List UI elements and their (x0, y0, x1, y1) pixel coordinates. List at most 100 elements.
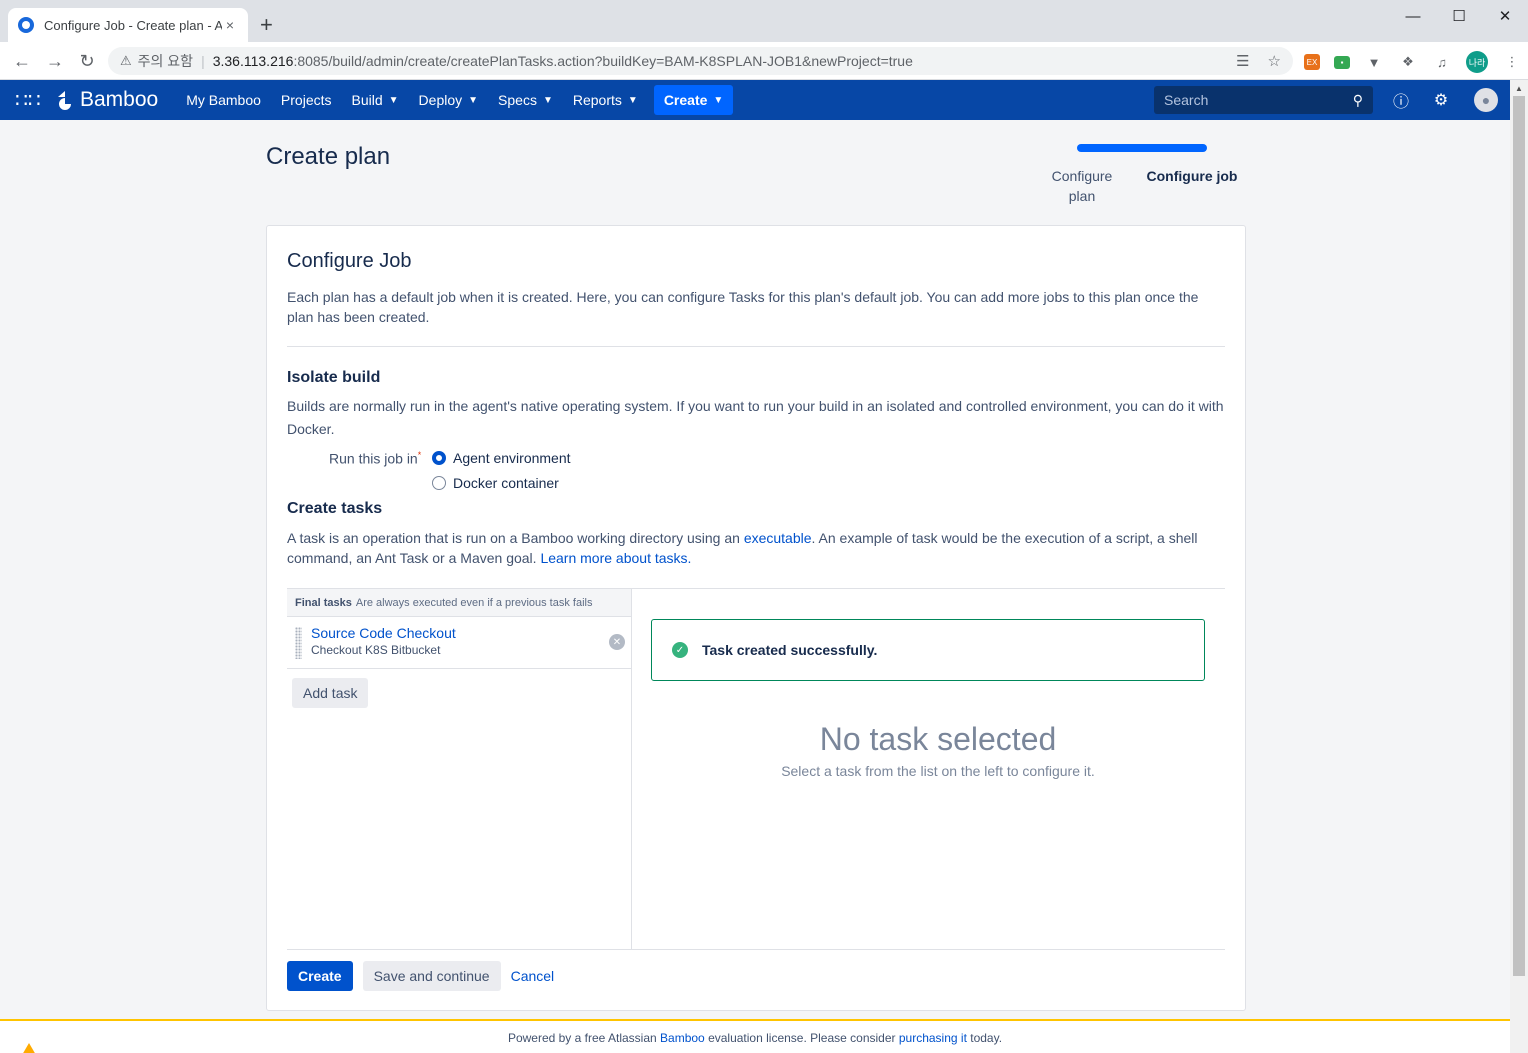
progress-bar (1077, 144, 1207, 152)
isolate-build-heading: Isolate build (287, 369, 381, 386)
drag-handle-icon[interactable] (295, 627, 302, 659)
nav-specs-label: Specs (498, 92, 537, 108)
success-check-icon: ✓ (672, 642, 688, 658)
help-icon[interactable]: ⓘ (1390, 89, 1412, 111)
url-path: :8085/build/admin/create/createPlanTasks… (293, 53, 913, 69)
task-item[interactable]: Source Code Checkout Checkout K8S Bitbuc… (287, 617, 631, 669)
configure-job-card: Configure Job Each plan has a default jo… (266, 225, 1246, 1011)
run-job-label: Run this job in* (329, 450, 421, 467)
close-window-icon[interactable]: ✕ (1482, 0, 1528, 32)
tasks-area: Final tasks Are always executed even if … (287, 588, 1225, 950)
user-avatar[interactable]: ● (1474, 88, 1498, 112)
no-task-title: No task selected (819, 721, 1057, 757)
radio-docker-container[interactable]: Docker container (432, 475, 559, 491)
puzzle-icon[interactable]: ❖ (1398, 52, 1418, 72)
executable-link[interactable]: executable (744, 530, 812, 546)
browser-menu-icon[interactable]: ⋮ (1502, 52, 1522, 72)
nav-build-label: Build (351, 92, 383, 108)
cancel-link[interactable]: Cancel (511, 968, 555, 984)
media-queue-icon[interactable]: ♫ (1432, 52, 1452, 72)
tasks-description: A task is an operation that is run on a … (287, 528, 1227, 568)
nav-my-bamboo[interactable]: My Bamboo (176, 80, 271, 120)
translate-icon[interactable]: ☰ (1236, 52, 1249, 70)
job-description: Each plan has a default job when it is c… (287, 289, 1199, 325)
divider (287, 346, 1225, 347)
address-bar[interactable]: ⚠ 주의 요함 | 3.36.113.216 :8085/build/admin… (108, 47, 1293, 75)
task-name[interactable]: Source Code Checkout (311, 625, 631, 641)
bamboo-logo-text: Bamboo (80, 88, 159, 111)
bamboo-logo[interactable]: Bamboo (56, 88, 158, 112)
gear-icon[interactable]: ⚙ (1430, 89, 1452, 111)
add-task-button[interactable]: Add task (292, 678, 369, 708)
app-switcher-icon[interactable]: ∷∷ (0, 80, 56, 120)
minimize-icon[interactable]: — (1390, 0, 1436, 32)
nav-specs[interactable]: Specs ▼ (488, 80, 563, 120)
forward-icon[interactable]: → (43, 49, 67, 73)
final-tasks-note: Are always executed even if a previous t… (355, 596, 593, 609)
footer-purchase-link[interactable]: purchasing it (899, 1031, 967, 1045)
delete-task-icon[interactable]: ✕ (609, 634, 625, 650)
url-host: 3.36.113.216 (212, 53, 294, 69)
learn-more-link[interactable]: Learn more about tasks. (540, 550, 691, 566)
back-icon[interactable]: ← (10, 49, 34, 73)
radio-agent-label: Agent environment (453, 450, 571, 466)
scrollbar-thumb[interactable] (1513, 96, 1525, 976)
tab-close-icon[interactable]: × (222, 17, 238, 33)
chevron-down-icon: ▼ (627, 94, 638, 106)
no-task-subtitle: Select a task from the list on the left … (781, 763, 1095, 779)
browser-toolbar: ← → ↻ ⚠ 주의 요함 | 3.36.113.216 :8085/build… (0, 42, 1528, 80)
header-search[interactable]: ⚲ (1154, 86, 1373, 114)
footer-bamboo-link[interactable]: Bamboo (660, 1031, 705, 1045)
extension-orange-icon[interactable]: EX (1304, 54, 1320, 70)
browser-tab[interactable]: Configure Job - Create plan - A × (8, 8, 248, 42)
task-list: Final tasks Are always executed even if … (287, 589, 632, 950)
nav-projects[interactable]: Projects (271, 80, 342, 120)
bookmark-star-icon[interactable]: ☆ (1268, 52, 1281, 70)
header-create-button[interactable]: Create ▼ (653, 85, 734, 115)
nav-reports[interactable]: Reports ▼ (563, 80, 648, 120)
window-controls: — ☐ ✕ (1390, 0, 1528, 32)
required-mark: * (417, 450, 422, 460)
extension-v-icon[interactable]: ▼ (1364, 52, 1384, 72)
extension-green-icon[interactable]: ▪ (1334, 55, 1350, 69)
search-icon[interactable]: ⚲ (1353, 92, 1363, 109)
bamboo-logo-icon (58, 91, 71, 110)
bamboo-header: ∷∷ Bamboo My Bamboo Projects Build ▼ Depl… (0, 80, 1510, 120)
reload-icon[interactable]: ↻ (75, 49, 99, 73)
scroll-up-icon[interactable]: ▲ (1515, 84, 1523, 93)
chevron-down-icon: ▼ (713, 94, 724, 106)
address-separator: | (201, 53, 205, 69)
page-scrollbar[interactable]: ▲ (1510, 80, 1528, 1053)
search-input[interactable] (1164, 92, 1353, 108)
footer-text-3: today. (966, 1031, 1003, 1045)
page-title: Create plan (266, 143, 391, 170)
task-subtitle: Checkout K8S Bitbucket (311, 643, 441, 657)
isolate-description: Builds are normally run in the agent's n… (287, 398, 1224, 437)
chevron-down-icon: ▼ (468, 94, 479, 106)
license-footer: Powered by a free Atlassian Bamboo evalu… (0, 1019, 1510, 1053)
radio-agent-dot[interactable] (432, 451, 446, 465)
maximize-icon[interactable]: ☐ (1436, 0, 1482, 32)
security-label[interactable]: 주의 요함 (138, 51, 193, 71)
radio-agent-environment[interactable]: Agent environment (432, 450, 571, 466)
chevron-down-icon: ▼ (388, 94, 399, 106)
section-heading: Configure Job (287, 250, 412, 272)
nav-build[interactable]: Build ▼ (342, 80, 409, 120)
footer-text-2: evaluation license. Please consider (704, 1031, 899, 1045)
success-text: Task created successfully. (702, 642, 878, 658)
header-right-icons: ⓘ ⚙ ● (1390, 80, 1498, 120)
nav-deploy[interactable]: Deploy ▼ (409, 80, 489, 120)
tab-title: Configure Job - Create plan - A (44, 17, 222, 33)
tasks-desc-part1: A task is an operation that is run on a … (287, 530, 744, 546)
progress-step-configure-plan: Configure plan (1051, 168, 1113, 204)
create-button[interactable]: Create (287, 961, 353, 991)
run-job-label-text: Run this job in (329, 450, 418, 467)
radio-docker-dot[interactable] (432, 476, 446, 490)
final-tasks-header: Final tasks Are always executed even if … (287, 589, 631, 617)
warning-icon (22, 1043, 36, 1053)
success-message: ✓ Task created successfully. (651, 619, 1205, 681)
save-continue-button[interactable]: Save and continue (362, 961, 501, 991)
profile-avatar[interactable]: 나라 (1466, 51, 1488, 73)
security-warning-icon[interactable]: ⚠ (120, 53, 132, 69)
new-tab-button[interactable]: + (260, 12, 273, 38)
